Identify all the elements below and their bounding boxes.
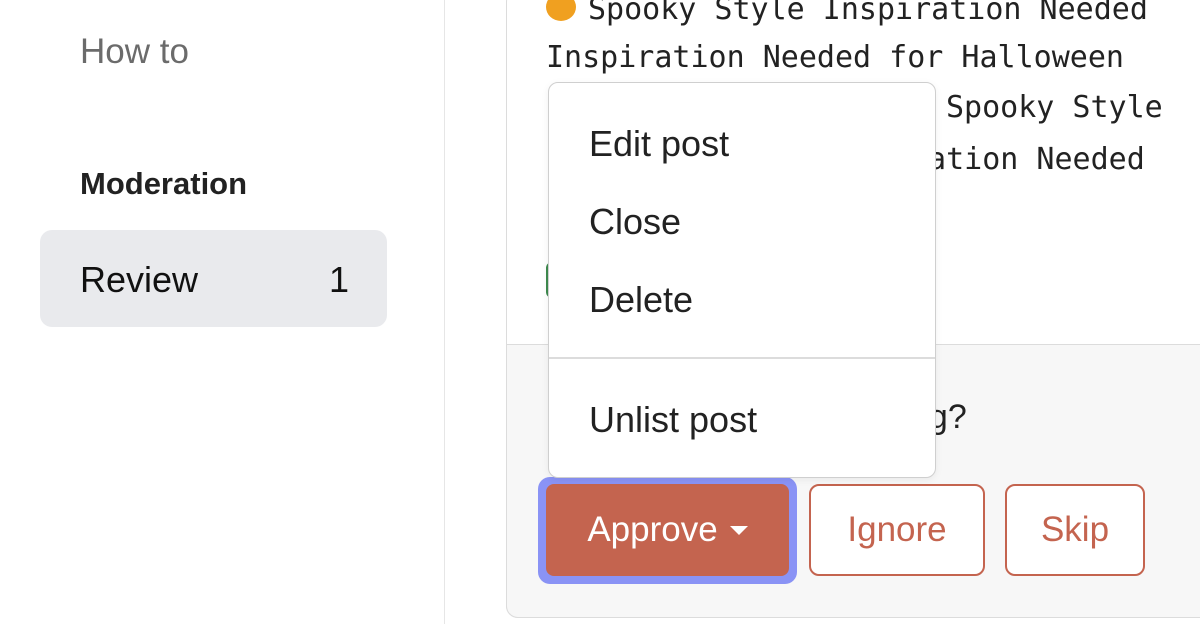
sidebar-item-count: 1	[328, 259, 349, 300]
approve-button[interactable]: Approve	[546, 484, 789, 576]
approve-button-label: Approve	[587, 510, 718, 549]
ignore-button[interactable]: Ignore	[809, 484, 985, 576]
menu-item-close[interactable]: Close	[589, 201, 681, 243]
sidebar-section-moderation: Moderation	[80, 166, 248, 201]
post-line: Spooky Style	[946, 90, 1163, 125]
post-line: Spooky Style Inspiration Needed	[546, 0, 1148, 27]
approve-dropdown-menu: Edit post Close Delete Unlist post	[548, 82, 936, 478]
sidebar-item-label: Review	[80, 259, 199, 300]
sidebar: How to Moderation Review 1	[0, 0, 444, 624]
sidebar-divider	[444, 0, 445, 624]
caret-down-icon	[729, 525, 748, 535]
sidebar-link-how-to[interactable]: How to	[80, 32, 189, 72]
skip-button[interactable]: Skip	[1005, 484, 1145, 576]
menu-item-edit-post[interactable]: Edit post	[589, 123, 729, 165]
menu-divider	[549, 357, 935, 359]
menu-item-unlist-post[interactable]: Unlist post	[589, 399, 757, 441]
post-line: Inspiration Needed for Halloween	[546, 40, 1124, 75]
post-line: ration Needed	[910, 142, 1145, 177]
menu-item-delete[interactable]: Delete	[589, 279, 693, 321]
pumpkin-icon	[546, 0, 576, 21]
sidebar-item-review[interactable]: Review 1	[40, 230, 387, 327]
